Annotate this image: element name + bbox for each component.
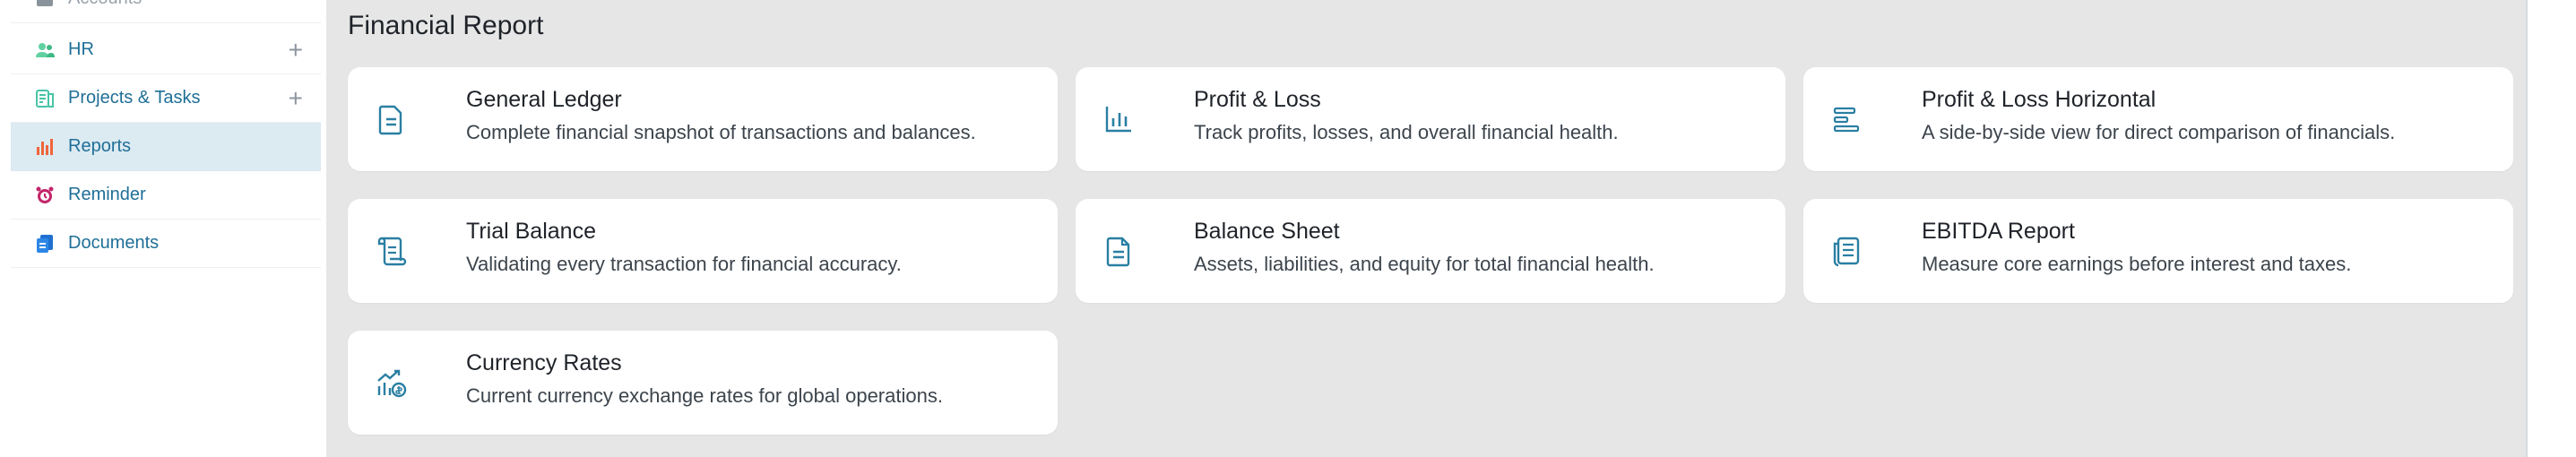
sidebar-item-reminder[interactable]: Reminder: [11, 171, 321, 220]
add-hr-button[interactable]: +: [289, 37, 303, 63]
card-title: Balance Sheet: [1194, 219, 1340, 244]
sidebar: Accounts HR + Projects & Tasks +: [0, 0, 327, 457]
report-card-trial-balance[interactable]: Trial Balance Validating every transacti…: [348, 199, 1058, 303]
report-card-currency-rates[interactable]: Currency Rates Current currency exchange…: [348, 331, 1058, 435]
horizontal-bars-icon: [1833, 107, 1860, 133]
add-project-button[interactable]: +: [289, 85, 303, 111]
sidebar-item-accounts[interactable]: Accounts: [11, 0, 321, 23]
section-title: Financial Report: [348, 11, 544, 40]
document-icon: [378, 105, 402, 135]
sidebar-item-label: Reports: [68, 136, 132, 156]
sidebar-item-projects-tasks[interactable]: Projects & Tasks +: [11, 74, 321, 123]
card-title: Currency Rates: [466, 350, 622, 375]
card-description: Current currency exchange rates for glob…: [466, 384, 943, 407]
card-description: Validating every transaction for financi…: [466, 253, 902, 275]
card-description: Assets, liabilities, and equity for tota…: [1194, 253, 1655, 275]
projects-icon: [36, 89, 54, 108]
card-description: A side-by-side view for direct compariso…: [1922, 121, 2396, 143]
report-card-balance-sheet[interactable]: Balance Sheet Assets, liabilities, and e…: [1076, 199, 1785, 303]
bar-chart-icon: [1105, 107, 1131, 133]
report-card-profit-loss[interactable]: Profit & Loss Track profits, losses, and…: [1076, 67, 1785, 171]
sidebar-item-label: Projects & Tasks: [68, 88, 201, 108]
sidebar-item-label: HR: [68, 39, 94, 59]
scroll-icon: [377, 237, 407, 266]
accounts-icon: [37, 0, 53, 6]
main-content: Financial Report General Ledger Complete…: [326, 0, 2526, 457]
card-title: General Ledger: [466, 87, 622, 112]
sidebar-item-hr[interactable]: HR +: [11, 26, 321, 74]
app-window: Accounts HR + Projects & Tasks +: [0, 0, 2576, 457]
bar-chart-icon: [37, 138, 53, 155]
card-description: Complete financial snapshot of transacti…: [466, 121, 976, 143]
report-card-profit-loss-horizontal[interactable]: Profit & Loss Horizontal A side-by-side …: [1803, 67, 2513, 171]
sidebar-item-reports[interactable]: Reports: [11, 123, 321, 171]
alarm-clock-icon: [36, 186, 54, 203]
people-icon: [36, 42, 55, 57]
sidebar-item-documents[interactable]: Documents: [11, 220, 321, 268]
report-card-general-ledger[interactable]: General Ledger Complete financial snapsh…: [348, 67, 1058, 171]
report-list-icon: [1833, 237, 1860, 267]
card-title: EBITDA Report: [1922, 219, 2075, 244]
right-panel-edge: [2528, 0, 2576, 457]
card-title: Trial Balance: [466, 219, 596, 244]
card-description: Track profits, losses, and overall finan…: [1194, 121, 1619, 143]
documents-icon: [37, 234, 53, 253]
sidebar-item-label: Reminder: [68, 185, 146, 204]
currency-chart-icon: [377, 369, 407, 398]
card-description: Measure core earnings before interest an…: [1922, 253, 2352, 275]
report-card-ebitda[interactable]: EBITDA Report Measure core earnings befo…: [1803, 199, 2513, 303]
sidebar-item-label: Accounts: [68, 0, 142, 9]
sidebar-item-label: Documents: [68, 233, 160, 253]
card-title: Profit & Loss: [1194, 87, 1321, 112]
card-title: Profit & Loss Horizontal: [1922, 87, 2157, 112]
sheet-icon: [1106, 237, 1130, 267]
